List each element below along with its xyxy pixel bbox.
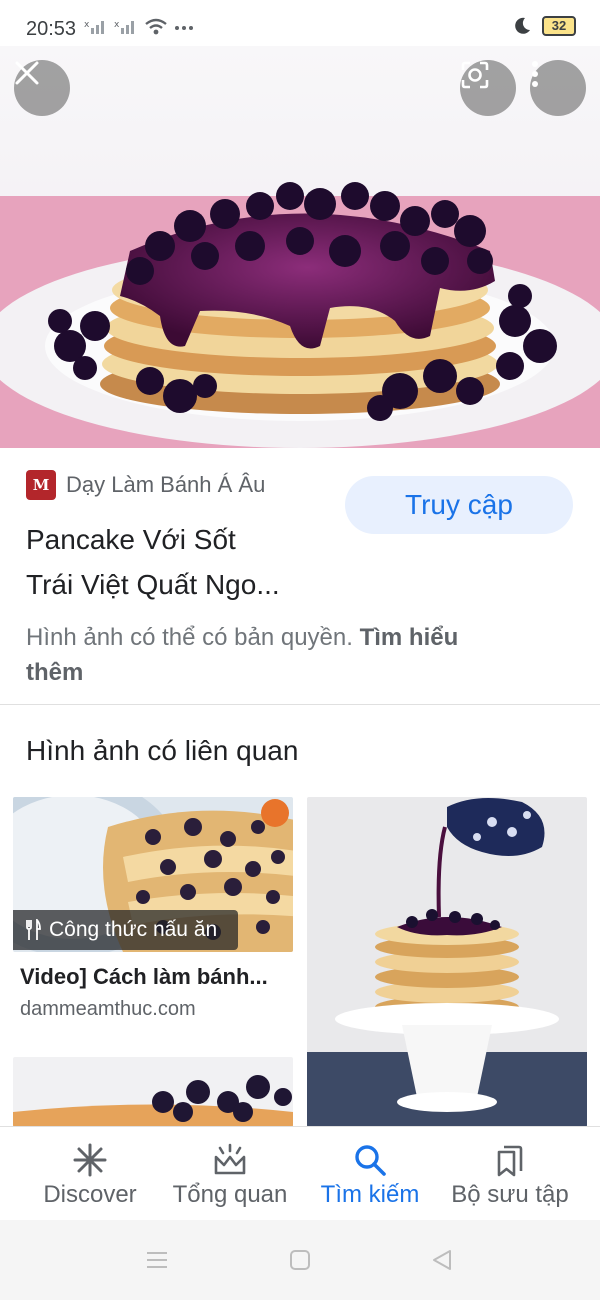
back-icon[interactable] [430, 1248, 454, 1272]
result-title-line: Trái Việt Quất Ngo... [26, 569, 280, 600]
nav-label: Tổng quan [172, 1181, 288, 1208]
svg-text:x: x [114, 20, 120, 30]
more-horiz-icon [175, 26, 193, 30]
system-navigation-bar [0, 1220, 600, 1300]
nav-overview[interactable]: Tổng quan [160, 1127, 300, 1221]
bottom-navigation: Discover Tổng quan Tìm kiếm Bộ sưu tập [0, 1126, 600, 1220]
signal-icon: x [114, 20, 134, 34]
close-icon [15, 61, 39, 85]
asterisk-icon [73, 1143, 107, 1177]
nav-search[interactable]: Tìm kiếm [305, 1127, 435, 1221]
crown-icon [214, 1143, 246, 1175]
recipe-chip: Công thức nấu ăn [13, 910, 238, 950]
related-card-domain: dammeamthuc.com [20, 998, 196, 1020]
status-icons: x x [84, 18, 194, 36]
result-title-line: Pancake Với Sốt [26, 524, 236, 555]
related-photo [13, 1057, 293, 1127]
search-icon [355, 1145, 386, 1176]
nav-label: Discover [43, 1181, 137, 1208]
source-row[interactable]: M Dạy Làm Bánh Á Âu [26, 470, 265, 500]
clock: 20:53 [26, 18, 77, 40]
bookmark-icon [497, 1145, 523, 1177]
signal-icon: x [84, 20, 104, 34]
nav-label: Tìm kiếm [320, 1181, 420, 1208]
visit-button[interactable]: Truy cập [345, 476, 573, 534]
copyright-text: Hình ảnh có thể có bản quyền. [26, 624, 353, 651]
more-vert-icon [532, 61, 538, 87]
more-options-button[interactable] [530, 60, 586, 116]
nav-label: Bộ sưu tập [451, 1181, 569, 1208]
chip-label: Công thức nấu ăn [49, 918, 218, 941]
lens-button[interactable] [460, 60, 516, 116]
related-photo [307, 797, 587, 1127]
close-button[interactable] [14, 60, 70, 116]
nav-collections[interactable]: Bộ sưu tập [440, 1127, 580, 1221]
nav-discover[interactable]: Discover [30, 1127, 150, 1221]
related-image-3[interactable] [13, 1057, 293, 1127]
related-image-2[interactable] [307, 797, 587, 1127]
menu-icon[interactable] [145, 1250, 169, 1270]
home-icon[interactable] [289, 1249, 311, 1271]
copyright-notice: Hình ảnh có thể có bản quyền. Tìm hiểu t… [26, 620, 566, 690]
battery-indicator: 32 [542, 16, 576, 36]
learn-more-link[interactable]: thêm [26, 659, 83, 686]
related-card-title[interactable]: Video] Cách làm bánh... [20, 964, 300, 990]
source-name: Dạy Làm Bánh Á Âu [66, 472, 266, 497]
pancake-photo [0, 46, 600, 448]
divider [0, 704, 600, 705]
moon-icon [515, 17, 530, 34]
related-heading: Hình ảnh có liên quan [26, 735, 299, 766]
learn-more-link[interactable]: Tìm hiểu [360, 624, 459, 651]
result-title[interactable]: Pancake Với Sốt Trái Việt Quất Ngo... [26, 517, 336, 607]
lens-icon [461, 61, 489, 89]
wifi-icon [145, 18, 167, 35]
source-logo-icon: M [26, 470, 56, 500]
restaurant-icon [26, 919, 41, 940]
svg-text:x: x [84, 20, 90, 30]
image-preview[interactable] [0, 46, 600, 448]
